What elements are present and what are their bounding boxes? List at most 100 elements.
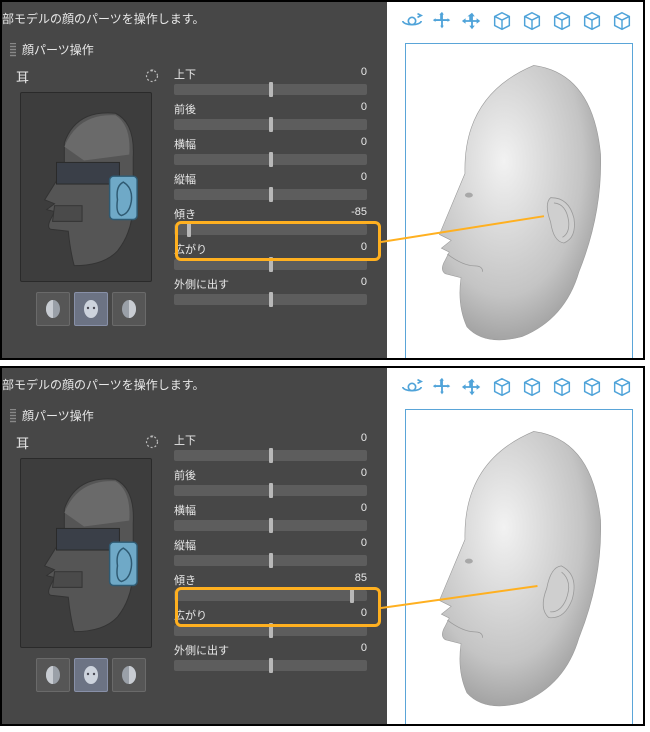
- slider-thumb[interactable]: [269, 292, 273, 307]
- slider-外側に出す[interactable]: 外側に出す0: [174, 276, 375, 305]
- slider-value: 0: [361, 502, 367, 518]
- slider-value: 0: [361, 467, 367, 483]
- slider-thumb[interactable]: [269, 623, 273, 638]
- slider-thumb[interactable]: [187, 222, 191, 237]
- part-name-label: 耳: [16, 67, 29, 86]
- panel-description: 部モデルの顔のパーツを操作します。: [2, 368, 387, 403]
- face-diagram[interactable]: [20, 92, 152, 282]
- slider-横幅[interactable]: 横幅0: [174, 502, 375, 531]
- view-selector: [16, 658, 166, 692]
- slider-label: 縦幅: [174, 171, 196, 187]
- slider-label: 広がり: [174, 241, 207, 257]
- slider-thumb[interactable]: [269, 82, 273, 97]
- slider-thumb[interactable]: [269, 448, 273, 463]
- cube5-icon[interactable]: [611, 376, 633, 401]
- slider-label: 傾き: [174, 572, 196, 588]
- view-selector: [16, 292, 166, 326]
- slider-value: 85: [355, 572, 367, 588]
- cube1-icon[interactable]: [491, 10, 513, 35]
- view-left-button[interactable]: [36, 292, 70, 326]
- face-diagram[interactable]: [20, 458, 152, 648]
- pan-icon[interactable]: [431, 376, 453, 401]
- slider-label: 前後: [174, 101, 196, 117]
- slider-label: 上下: [174, 66, 196, 82]
- slider-thumb[interactable]: [269, 518, 273, 533]
- slider-value: 0: [361, 607, 367, 623]
- slider-track[interactable]: [174, 590, 367, 601]
- slider-縦幅[interactable]: 縦幅 0: [174, 171, 375, 200]
- viewport-3d[interactable]: [405, 43, 633, 360]
- cube5-icon[interactable]: [611, 10, 633, 35]
- cube4-icon[interactable]: [581, 10, 603, 35]
- screenshot-top: 部モデルの顔のパーツを操作します。 顔パーツ操作 耳: [0, 0, 645, 360]
- slider-value: -85: [351, 206, 367, 222]
- slider-広がり[interactable]: 広がり0: [174, 607, 375, 636]
- slider-track[interactable]: [174, 555, 367, 566]
- slider-track[interactable]: [174, 625, 367, 636]
- view-right-button[interactable]: [112, 658, 146, 692]
- slider-前後[interactable]: 前後0: [174, 467, 375, 496]
- slider-track[interactable]: [174, 520, 367, 531]
- slider-label: 傾き: [174, 206, 196, 222]
- section-title: 顔パーツ操作: [22, 41, 94, 58]
- slider-thumb[interactable]: [269, 658, 273, 673]
- slider-thumb[interactable]: [269, 257, 273, 272]
- slider-track[interactable]: [174, 154, 367, 165]
- orbit-icon[interactable]: [401, 10, 423, 35]
- section-title: 顔パーツ操作: [22, 407, 94, 424]
- slider-傾き[interactable]: 傾き -85: [174, 206, 375, 235]
- cube1-icon[interactable]: [491, 376, 513, 401]
- pan-icon[interactable]: [431, 10, 453, 35]
- slider-thumb[interactable]: [269, 152, 273, 167]
- view-front-button[interactable]: [74, 292, 108, 326]
- zoom-icon[interactable]: [461, 376, 483, 401]
- viewport-toolbar: [387, 2, 643, 39]
- slider-value: 0: [361, 101, 367, 117]
- cube3-icon[interactable]: [551, 376, 573, 401]
- slider-横幅[interactable]: 横幅0: [174, 136, 375, 165]
- slider-track[interactable]: [174, 189, 367, 200]
- slider-上下[interactable]: 上下0: [174, 432, 375, 461]
- slider-value: 0: [361, 241, 367, 257]
- slider-track[interactable]: [174, 450, 367, 461]
- slider-track[interactable]: [174, 224, 367, 235]
- reset-icon[interactable]: [144, 68, 160, 84]
- slider-thumb[interactable]: [269, 187, 273, 202]
- reset-icon[interactable]: [144, 434, 160, 450]
- slider-thumb[interactable]: [269, 553, 273, 568]
- slider-track[interactable]: [174, 84, 367, 95]
- viewport-3d[interactable]: [405, 409, 633, 726]
- orbit-icon[interactable]: [401, 376, 423, 401]
- cube3-icon[interactable]: [551, 10, 573, 35]
- slider-track[interactable]: [174, 485, 367, 496]
- slider-label: 外側に出す: [174, 642, 229, 658]
- section-header: 顔パーツ操作: [2, 403, 387, 428]
- view-front-button[interactable]: [74, 658, 108, 692]
- cube2-icon[interactable]: [521, 376, 543, 401]
- zoom-icon[interactable]: [461, 10, 483, 35]
- view-right-button[interactable]: [112, 292, 146, 326]
- slider-上下[interactable]: 上下 0: [174, 66, 375, 95]
- slider-value: 0: [361, 537, 367, 553]
- slider-track[interactable]: [174, 259, 367, 270]
- view-left-button[interactable]: [36, 658, 70, 692]
- slider-label: 上下: [174, 432, 196, 448]
- slider-thumb[interactable]: [350, 588, 354, 603]
- section-header: 顔パーツ操作: [2, 37, 387, 62]
- slider-thumb[interactable]: [269, 117, 273, 132]
- cube2-icon[interactable]: [521, 10, 543, 35]
- slider-value: 0: [361, 136, 367, 152]
- slider-track[interactable]: [174, 660, 367, 671]
- slider-track[interactable]: [174, 294, 367, 305]
- slider-外側に出す[interactable]: 外側に出す 0: [174, 642, 375, 671]
- slider-傾き[interactable]: 傾き 85: [174, 572, 375, 601]
- slider-track[interactable]: [174, 119, 367, 130]
- slider-縦幅[interactable]: 縦幅0: [174, 537, 375, 566]
- slider-広がり[interactable]: 広がり 0: [174, 241, 375, 270]
- cube4-icon[interactable]: [581, 376, 603, 401]
- slider-value: 0: [361, 171, 367, 187]
- slider-value: 0: [361, 642, 367, 658]
- slider-value: 0: [361, 66, 367, 82]
- slider-thumb[interactable]: [269, 483, 273, 498]
- slider-前後[interactable]: 前後 0: [174, 101, 375, 130]
